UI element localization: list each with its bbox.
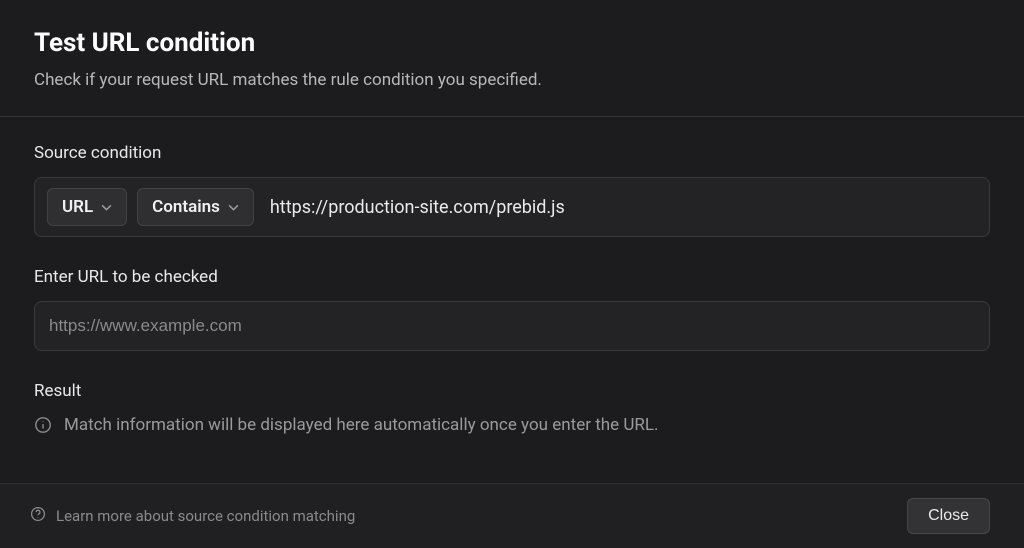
result-placeholder-text: Match information will be displayed here… (64, 415, 659, 435)
source-condition-row: URL Contains https://production-site.com… (34, 177, 990, 237)
enter-url-label: Enter URL to be checked (34, 267, 990, 287)
result-placeholder-row: Match information will be displayed here… (34, 415, 990, 435)
learn-more-link[interactable]: Learn more about source condition matchi… (30, 506, 355, 526)
url-check-input[interactable] (34, 301, 990, 351)
url-type-dropdown[interactable]: URL (47, 188, 127, 226)
source-url-value: https://production-site.com/prebid.js (270, 197, 565, 218)
result-label: Result (34, 381, 990, 401)
source-condition-label: Source condition (34, 143, 990, 163)
match-type-dropdown-label: Contains (152, 197, 220, 217)
close-button[interactable]: Close (907, 498, 990, 534)
learn-more-text: Learn more about source condition matchi… (56, 507, 355, 525)
divider (0, 116, 1024, 117)
url-type-dropdown-label: URL (62, 197, 93, 217)
page-subtitle: Check if your request URL matches the ru… (34, 70, 990, 90)
match-type-dropdown[interactable]: Contains (137, 188, 254, 226)
chevron-down-icon (228, 202, 239, 213)
info-icon (34, 416, 52, 434)
chevron-down-icon (101, 202, 112, 213)
help-icon (30, 506, 46, 526)
page-title: Test URL condition (34, 28, 990, 58)
footer: Learn more about source condition matchi… (0, 483, 1024, 548)
